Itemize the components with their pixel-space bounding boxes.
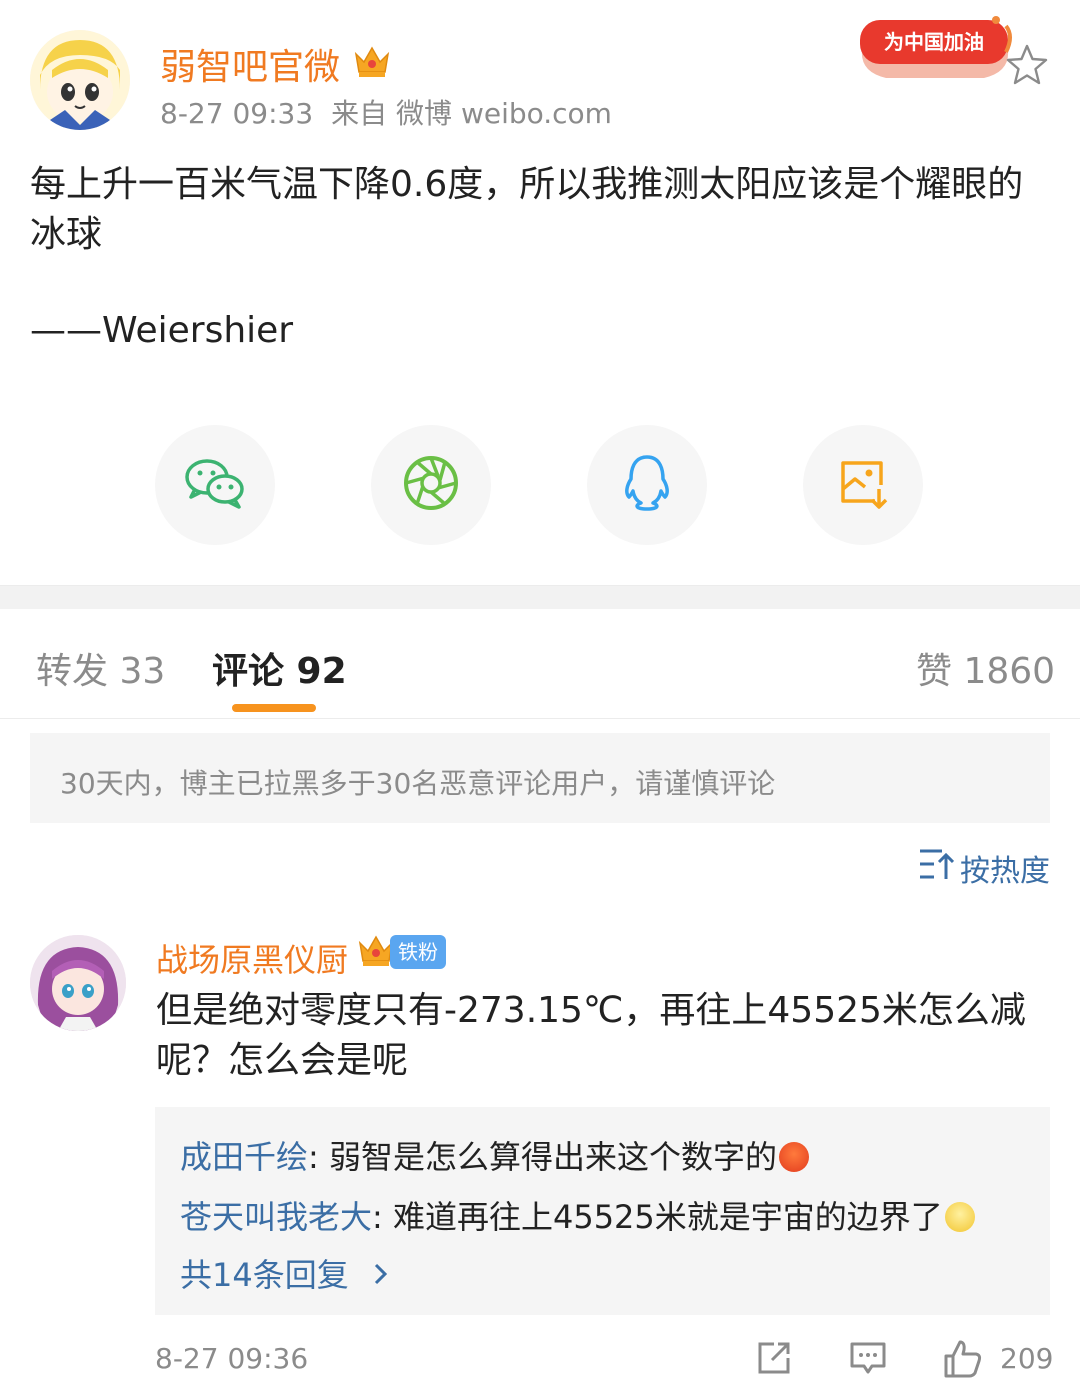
- reply-item[interactable]: 苍天叫我老大: 难道再往上45525米就是宇宙的边界了: [180, 1192, 975, 1238]
- qq-icon: [621, 453, 673, 517]
- share-wechat-button[interactable]: [155, 425, 275, 545]
- tabs-divider: [0, 718, 1080, 719]
- active-tab-indicator: [232, 704, 316, 712]
- author-name[interactable]: 弱智吧官微: [160, 38, 340, 90]
- share-qq-button[interactable]: [587, 425, 707, 545]
- comment-icon: [848, 1342, 888, 1382]
- sort-by-hot-button[interactable]: 按热度: [918, 846, 1050, 890]
- commenter-avatar[interactable]: [30, 935, 126, 1031]
- post-text: 每上升一百米气温下降0.6度，所以我推测太阳应该是个耀眼的冰球: [30, 164, 1024, 255]
- moments-icon: [402, 454, 460, 516]
- save-image-button[interactable]: [803, 425, 923, 545]
- tab-likes[interactable]: 赞 1860: [916, 642, 1055, 694]
- commenter-name[interactable]: 战场原黑仪厨: [156, 935, 348, 981]
- share-comment-button[interactable]: [754, 1338, 794, 1382]
- thinking-emoji-icon: [944, 1202, 975, 1232]
- reply-separator: :: [372, 1198, 393, 1236]
- reply-author[interactable]: 苍天叫我老大: [180, 1198, 372, 1236]
- sort-label: 按热度: [960, 854, 1050, 889]
- post-signature: ——Weiershier: [30, 310, 294, 351]
- crown-icon: [352, 40, 392, 80]
- thumbs-up-icon: [942, 1340, 984, 1384]
- post-meta: 8-27 09:33 来自 微博 weibo.com: [160, 92, 612, 132]
- wechat-icon: [183, 455, 247, 515]
- event-badge-text: 为中国加油: [884, 30, 984, 54]
- event-badge[interactable]: 为中国加油: [856, 12, 1014, 82]
- like-comment-button[interactable]: [942, 1338, 984, 1384]
- reply-separator: :: [308, 1138, 329, 1176]
- reply-author[interactable]: 成田千绘: [180, 1138, 308, 1176]
- share-icon: [754, 1342, 794, 1382]
- fan-tag: 铁粉: [390, 935, 446, 969]
- commenter-badges: 铁粉: [356, 933, 446, 971]
- reply-text: 难道再往上45525米就是宇宙的边界了: [392, 1198, 943, 1236]
- favorite-star-icon[interactable]: [1004, 42, 1050, 88]
- share-moments-button[interactable]: [371, 425, 491, 545]
- section-divider: [0, 585, 1080, 609]
- sort-icon: [918, 847, 955, 889]
- reply-comment-button[interactable]: [848, 1338, 888, 1382]
- post-source: 来自 微博 weibo.com: [331, 97, 612, 130]
- comment-time: 8-27 09:36: [155, 1342, 309, 1375]
- tab-comments[interactable]: 评论 92: [212, 642, 347, 694]
- chevron-right-icon: [373, 1256, 389, 1294]
- save-image-icon: [835, 455, 891, 515]
- more-replies-link[interactable]: 共14条回复: [180, 1250, 389, 1296]
- reply-text: 弱智是怎么算得出来这个数字的: [328, 1138, 777, 1176]
- comment-notice-text: 30天内，博主已拉黑多于30名恶意评论用户，请谨慎评论: [60, 767, 776, 800]
- post-time: 8-27 09:33: [160, 97, 314, 130]
- comment-text: 但是绝对零度只有-273.15℃，再往上45525米怎么减呢？怎么会是呢: [156, 990, 1026, 1081]
- comment-like-count: 209: [1000, 1342, 1054, 1375]
- reply-item[interactable]: 成田千绘: 弱智是怎么算得出来这个数字的: [180, 1132, 809, 1178]
- tab-repost[interactable]: 转发 33: [36, 642, 165, 694]
- angry-emoji-icon: [778, 1142, 809, 1172]
- author-avatar[interactable]: [30, 30, 130, 130]
- more-replies-label: 共14条回复: [180, 1256, 349, 1294]
